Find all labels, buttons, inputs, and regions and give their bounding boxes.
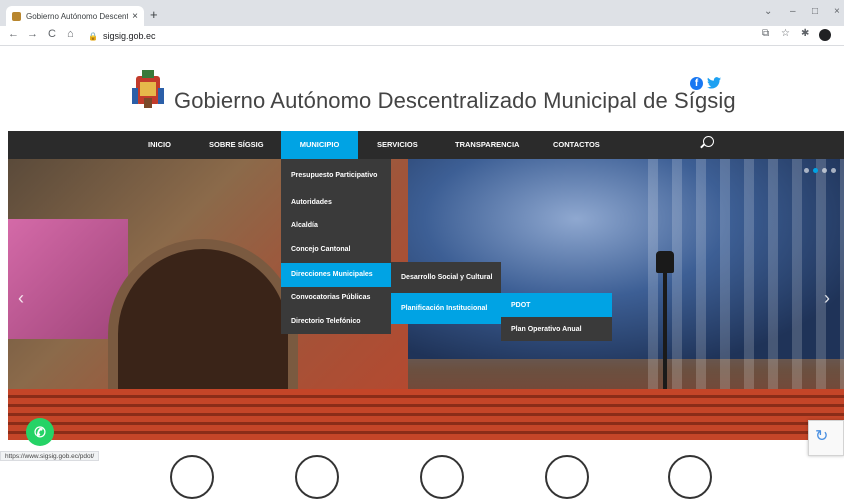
tab-search-icon[interactable]: ⌄	[764, 6, 772, 17]
status-bar-url: https://www.sigsig.gob.ec/pdot/	[0, 451, 100, 461]
slider-dot[interactable]	[822, 168, 827, 173]
menu-item-autoridades[interactable]: Autoridades	[281, 192, 391, 214]
forward-button[interactable]: →	[27, 28, 38, 40]
submenu-item-plan-operativo[interactable]: Plan Operativo Anual	[501, 317, 612, 341]
menu-item-alcaldia[interactable]: Alcaldía	[281, 215, 391, 237]
slider-dot-active[interactable]	[813, 168, 818, 173]
maximize-button[interactable]: □	[812, 6, 818, 17]
nav-transparencia[interactable]: TRANSPARENCIA	[455, 131, 519, 159]
main-navbar	[8, 131, 844, 159]
municipal-logo	[132, 70, 164, 108]
close-window-button[interactable]: ×	[834, 6, 840, 17]
nav-inicio[interactable]: INICIO	[148, 131, 171, 159]
submenu-item-planificacion[interactable]: Planificación Institucional	[391, 293, 501, 324]
submenu-item-desarrollo-social[interactable]: Desarrollo Social y Cultural	[391, 263, 501, 293]
share-icon[interactable]: ⧉	[762, 28, 769, 39]
hero-steps	[8, 389, 844, 440]
feature-circle[interactable]	[668, 455, 712, 499]
feature-circle[interactable]	[295, 455, 339, 499]
recaptcha-icon: ↻	[815, 428, 829, 445]
reload-button[interactable]: C	[48, 28, 56, 40]
feature-circle[interactable]	[545, 455, 589, 499]
back-button[interactable]: ←	[8, 28, 19, 40]
feature-circle[interactable]	[420, 455, 464, 499]
whatsapp-icon[interactable]: ✆	[26, 418, 54, 446]
facebook-icon[interactable]: f	[690, 77, 703, 90]
profile-avatar[interactable]	[819, 29, 831, 41]
new-tab-button[interactable]: +	[150, 7, 158, 22]
twitter-icon[interactable]	[707, 76, 721, 92]
slider-dot[interactable]	[831, 168, 836, 173]
address-bar[interactable]: 🔒 sigsig.gob.ec	[88, 28, 748, 44]
minimize-button[interactable]: –	[790, 6, 796, 17]
nav-sobre-sigsig[interactable]: SOBRE SÍGSIG	[209, 131, 264, 159]
lock-icon: 🔒	[88, 31, 98, 41]
tab-title: Gobierno Autónomo Descentrali...	[26, 11, 129, 21]
favicon-icon	[12, 11, 21, 21]
extensions-icon[interactable]: ✱	[801, 28, 809, 39]
nav-servicios[interactable]: SERVICIOS	[377, 131, 418, 159]
slider-dot[interactable]	[804, 168, 809, 173]
slider-next-icon[interactable]: ›	[824, 288, 830, 309]
nav-municipio[interactable]: MUNICIPIO	[281, 131, 358, 159]
feature-circle[interactable]	[170, 455, 214, 499]
site-title: Gobierno Autónomo Descentralizado Munici…	[174, 88, 736, 113]
browser-tab[interactable]: Gobierno Autónomo Descentrali... ×	[6, 6, 144, 26]
bookmark-star-icon[interactable]: ☆	[781, 28, 790, 39]
menu-item-convocatorias-publicas[interactable]: Convocatorias Públicas	[281, 287, 391, 309]
menu-item-directorio-telefonico[interactable]: Directorio Telefónico	[281, 311, 391, 333]
street-lamp	[656, 251, 674, 273]
tab-close-icon[interactable]: ×	[132, 11, 138, 22]
menu-item-presupuesto-participativo[interactable]: Presupuesto Participativo	[281, 163, 391, 189]
menu-item-direcciones-municipales[interactable]: Direcciones Municipales	[281, 263, 391, 287]
address-text: sigsig.gob.ec	[102, 31, 156, 41]
hero-stripes	[648, 159, 844, 409]
slider-prev-icon[interactable]: ‹	[18, 288, 24, 309]
search-icon[interactable]	[703, 136, 714, 147]
submenu-item-pdot[interactable]: PDOT	[501, 293, 612, 317]
menu-item-concejo-cantonal[interactable]: Concejo Cantonal	[281, 239, 391, 261]
nav-contactos[interactable]: CONTACTOS	[553, 131, 600, 159]
home-button[interactable]: ⌂	[67, 28, 74, 40]
lamp-pole	[663, 271, 667, 391]
